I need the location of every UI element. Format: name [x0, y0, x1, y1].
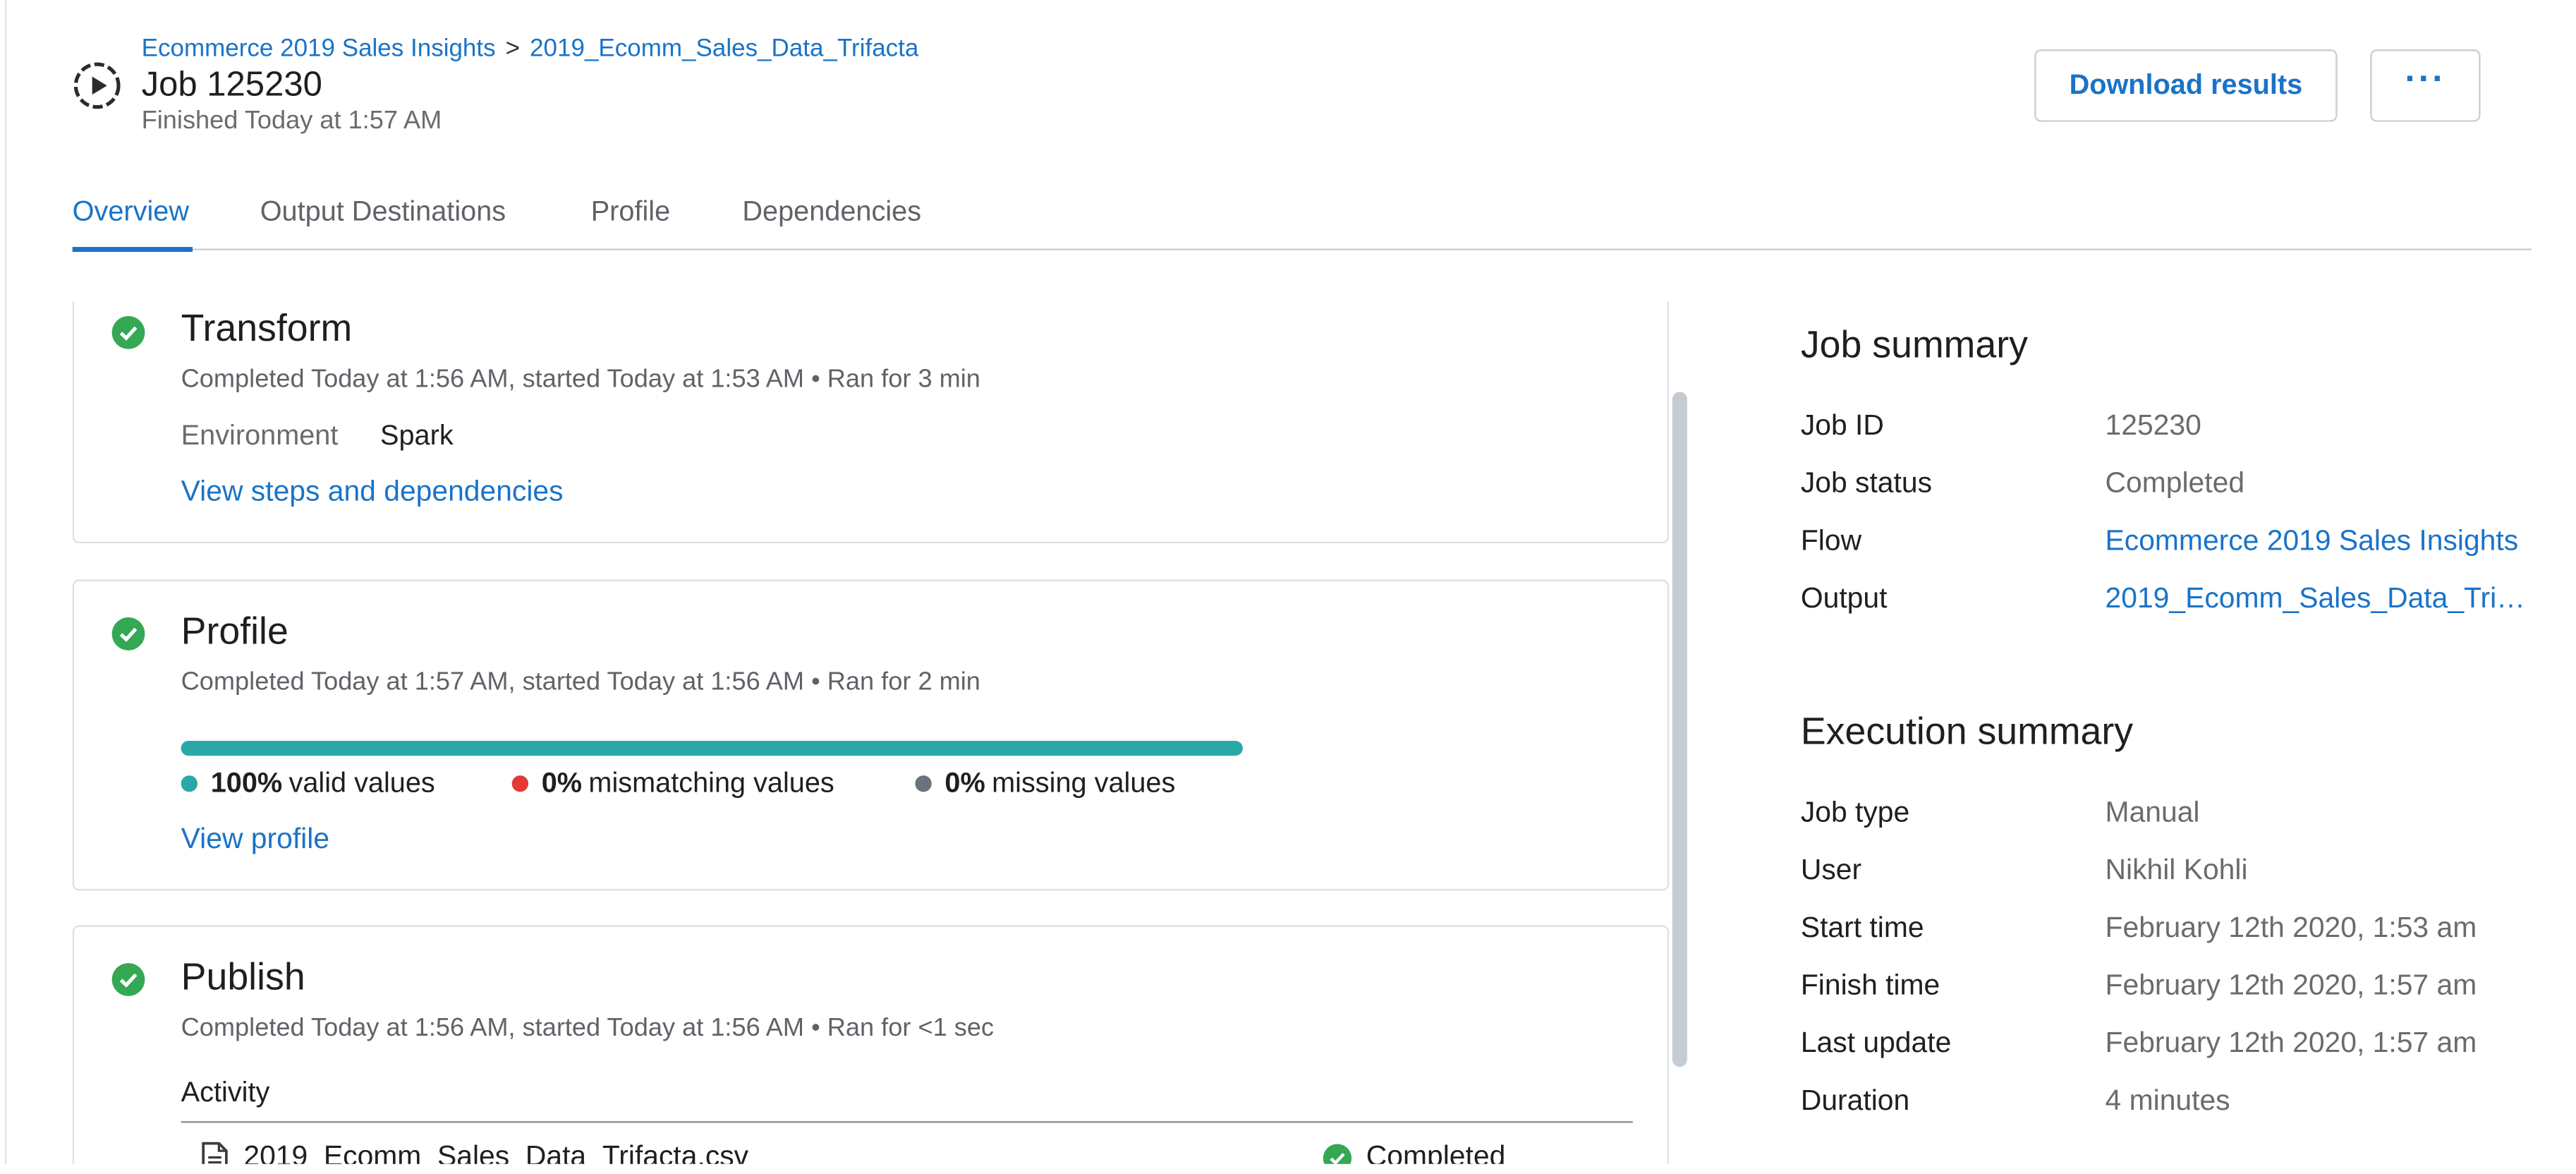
missing-dot	[915, 775, 932, 792]
tab-dependencies[interactable]: Dependencies	[742, 196, 921, 229]
job-type-label: Job type	[1800, 795, 1910, 828]
download-results-button[interactable]: Download results	[2034, 49, 2338, 122]
duration-label: Duration	[1800, 1083, 1910, 1117]
valid-label: valid values	[288, 767, 435, 799]
environment-label: Environment	[181, 420, 339, 452]
activity-divider	[181, 1121, 1633, 1123]
legend-missing: 0% missing values	[915, 767, 1175, 800]
transform-title: Transform	[181, 306, 353, 349]
missing-label: missing values	[992, 767, 1176, 799]
valid-values-bar-fill	[181, 741, 1243, 756]
valid-dot	[181, 775, 198, 792]
finish-time-label: Finish time	[1800, 968, 1940, 1001]
job-id-value: 125230	[2105, 408, 2201, 442]
breadcrumb: Ecommerce 2019 Sales Insights >2019_Ecomm…	[142, 35, 919, 63]
more-options-button[interactable]: ···	[2370, 49, 2481, 122]
breadcrumb-separator: >	[505, 35, 521, 63]
job-finished-text: Finished Today at 1:57 AM	[141, 107, 442, 135]
last-update-value: February 12th 2020, 1:57 am	[2105, 1025, 2477, 1059]
tab-bar: Overview Output Destinations Profile Dep…	[73, 196, 2532, 252]
profile-card: Profile Completed Today at 1:57 AM, star…	[72, 579, 1670, 891]
mismatching-dot	[511, 775, 529, 792]
user-label: User	[1800, 852, 1862, 886]
job-details-page: Ecommerce 2019 Sales Insights >2019_Ecomm…	[0, 0, 2576, 1174]
view-profile-link[interactable]: View profile	[181, 821, 329, 856]
output-label: Output	[1800, 581, 1888, 615]
flow-label: Flow	[1800, 524, 1862, 557]
profile-title: Profile	[181, 609, 288, 653]
job-id-label: Job ID	[1800, 408, 1884, 442]
legend-mismatching: 0% mismatching values	[511, 767, 834, 800]
tab-overview[interactable]: Overview	[73, 196, 189, 229]
breadcrumb-flow-link[interactable]: Ecommerce 2019 Sales Insights	[142, 35, 496, 63]
page-title: Job 125230	[141, 66, 322, 104]
left-divider	[5, 0, 7, 1174]
success-check-icon	[111, 316, 145, 349]
job-status-value: Completed	[2105, 466, 2245, 500]
breadcrumb-output-link[interactable]: 2019_Ecomm_Sales_Data_Trifacta	[530, 35, 918, 63]
job-summary-title: Job summary	[1800, 322, 2028, 366]
viewport-bottom-edge	[0, 1163, 2576, 1174]
success-check-icon	[111, 963, 145, 996]
activity-label: Activity	[181, 1077, 270, 1108]
flow-link[interactable]: Ecommerce 2019 Sales Insights	[2106, 524, 2519, 558]
job-status-label: Job status	[1800, 466, 1933, 500]
missing-pct: 0%	[944, 767, 985, 799]
duration-value: 4 minutes	[2105, 1083, 2230, 1117]
tab-profile[interactable]: Profile	[591, 196, 670, 229]
execution-summary-title: Execution summary	[1800, 709, 2134, 753]
publish-meta: Completed Today at 1:56 AM, started Toda…	[181, 1014, 995, 1043]
job-type-value: Manual	[2105, 795, 2200, 828]
user-value: Nikhil Kohli	[2105, 852, 2248, 886]
mismatching-pct: 0%	[541, 767, 583, 799]
success-check-icon	[111, 617, 145, 650]
publish-title: Publish	[181, 955, 305, 998]
valid-pct: 100%	[210, 767, 283, 799]
start-time-value: February 12th 2020, 1:53 am	[2105, 910, 2477, 944]
transform-card: Transform Completed Today at 1:56 AM, st…	[72, 301, 1670, 544]
scrollbar-thumb[interactable]	[1672, 392, 1687, 1067]
view-steps-link[interactable]: View steps and dependencies	[181, 474, 564, 509]
page-stage: Ecommerce 2019 Sales Insights >2019_Ecomm…	[0, 0, 2576, 1174]
tab-output-destinations[interactable]: Output Destinations	[260, 196, 506, 229]
job-run-icon	[73, 62, 121, 109]
profile-meta: Completed Today at 1:57 AM, started Toda…	[181, 668, 980, 697]
active-tab-indicator	[72, 247, 193, 253]
publish-card: Publish Completed Today at 1:56 AM, star…	[72, 925, 1670, 1174]
legend-valid: 100% valid values	[181, 767, 435, 800]
start-time-label: Start time	[1800, 910, 1924, 944]
valid-values-bar	[181, 741, 1243, 756]
finish-time-value: February 12th 2020, 1:57 am	[2105, 968, 2477, 1001]
environment-value: Spark	[380, 420, 454, 452]
last-update-label: Last update	[1800, 1025, 1952, 1059]
output-link[interactable]: 2019_Ecomm_Sales_Data_Trifacta	[2106, 581, 2530, 616]
transform-meta: Completed Today at 1:56 AM, started Toda…	[181, 365, 980, 394]
mismatching-label: mismatching values	[588, 767, 834, 799]
